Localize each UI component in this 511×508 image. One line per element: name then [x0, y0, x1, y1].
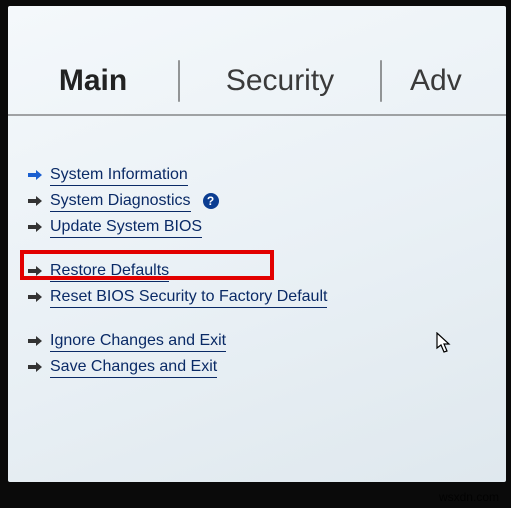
menu-group-info: System Information System Diagnostics ? …	[28, 162, 468, 240]
arrow-right-icon	[28, 220, 42, 234]
bios-screen: Main Security Adv System Information Sys…	[8, 6, 506, 482]
tab-bar: Main Security Adv	[8, 48, 506, 114]
menu-item-ignore-changes-exit[interactable]: Ignore Changes and Exit	[28, 328, 468, 354]
menu-item-label: Update System BIOS	[50, 217, 202, 238]
menu-item-system-information[interactable]: System Information	[28, 162, 468, 188]
menu-item-reset-bios-security[interactable]: Reset BIOS Security to Factory Default	[28, 284, 468, 310]
arrow-right-icon	[28, 264, 42, 278]
menu-item-label: Ignore Changes and Exit	[50, 331, 226, 352]
menu-item-label: Save Changes and Exit	[50, 357, 217, 378]
menu-group-exit: Ignore Changes and Exit Save Changes and…	[28, 328, 468, 380]
tab-advanced[interactable]: Adv	[382, 48, 502, 114]
help-icon[interactable]: ?	[203, 193, 219, 209]
menu-item-save-changes-exit[interactable]: Save Changes and Exit	[28, 354, 468, 380]
tab-security[interactable]: Security	[180, 48, 380, 114]
menu-item-update-system-bios[interactable]: Update System BIOS	[28, 214, 468, 240]
arrow-right-icon	[28, 334, 42, 348]
arrow-right-icon	[28, 290, 42, 304]
arrow-right-icon	[28, 360, 42, 374]
menu-group-defaults: Restore Defaults Reset BIOS Security to …	[28, 258, 468, 310]
arrow-right-icon	[28, 168, 42, 182]
menu-item-label: System Information	[50, 165, 188, 186]
menu-item-label: Reset BIOS Security to Factory Default	[50, 287, 327, 308]
main-menu: System Information System Diagnostics ? …	[28, 162, 468, 398]
menu-item-label: Restore Defaults	[50, 261, 169, 282]
menu-item-system-diagnostics[interactable]: System Diagnostics ?	[28, 188, 468, 214]
tab-main[interactable]: Main	[8, 48, 178, 114]
arrow-right-icon	[28, 194, 42, 208]
menu-item-restore-defaults[interactable]: Restore Defaults	[28, 258, 468, 284]
mouse-cursor-icon	[436, 332, 454, 356]
watermark-text: wsxdn.com	[439, 490, 499, 504]
tab-underline	[8, 114, 506, 116]
menu-item-label: System Diagnostics	[50, 191, 191, 212]
